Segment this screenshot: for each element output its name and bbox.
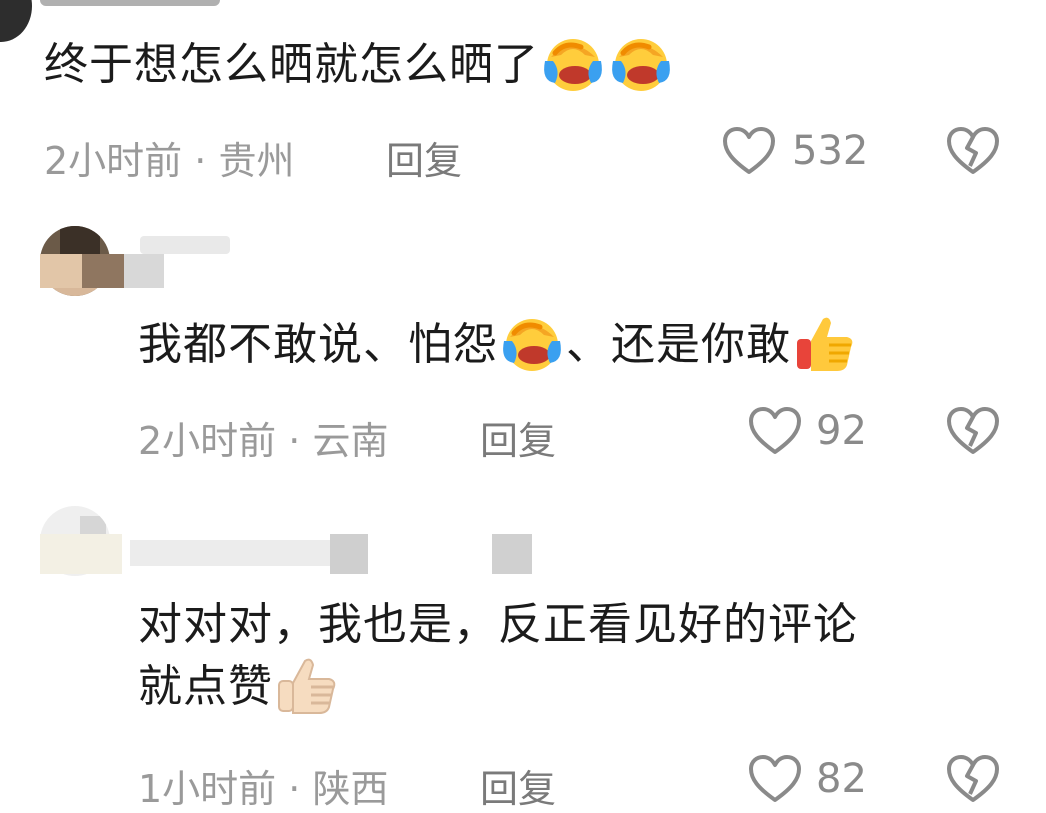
heart-outline-icon[interactable]	[748, 406, 802, 456]
separator: ·	[288, 419, 301, 463]
timestamp: 2小时前	[44, 139, 183, 183]
like-count: 532	[792, 128, 869, 174]
username-redacted[interactable]	[40, 254, 164, 288]
separator: ·	[288, 767, 301, 811]
reply-button[interactable]: 回复	[480, 410, 556, 465]
like-count: 82	[816, 756, 867, 802]
location: 云南	[312, 419, 389, 463]
reply-button[interactable]: 回复	[386, 130, 462, 185]
timestamp: 1小时前	[138, 767, 277, 811]
face-with-tears-of-joy-icon	[503, 319, 561, 371]
heart-outline-icon[interactable]	[748, 754, 802, 804]
timestamp: 2小时前	[138, 419, 277, 463]
thumbs-up-icon	[278, 658, 336, 714]
username-redacted[interactable]	[140, 236, 230, 254]
location: 贵州	[218, 139, 295, 183]
separator: ·	[194, 139, 207, 183]
comment-meta: 2小时前 · 贵州	[44, 130, 294, 185]
thumbs-up-icon	[797, 317, 853, 371]
face-with-tears-of-joy-icon	[544, 39, 602, 91]
avatar[interactable]	[0, 0, 32, 42]
face-with-tears-of-joy-icon	[612, 39, 670, 91]
comment-text: 我都不敢说、怕怨 、还是你敢	[138, 314, 859, 376]
reply-button[interactable]: 回复	[480, 758, 556, 813]
heart-outline-icon[interactable]	[722, 126, 776, 176]
location: 陕西	[312, 767, 389, 811]
like-count: 92	[816, 408, 867, 454]
comment-meta: 1小时前 · 陕西	[138, 758, 388, 813]
broken-heart-icon[interactable]	[946, 754, 1000, 804]
comment-text: 终于想怎么晒就怎么晒了	[44, 34, 675, 96]
comment-meta: 2小时前 · 云南	[138, 410, 388, 465]
username-redacted[interactable]	[40, 0, 220, 6]
comment-text: 对对对，我也是，反正看见好的评论 就点赞	[138, 594, 858, 718]
broken-heart-icon[interactable]	[946, 406, 1000, 456]
broken-heart-icon[interactable]	[946, 126, 1000, 176]
username-redacted[interactable]	[40, 534, 540, 574]
